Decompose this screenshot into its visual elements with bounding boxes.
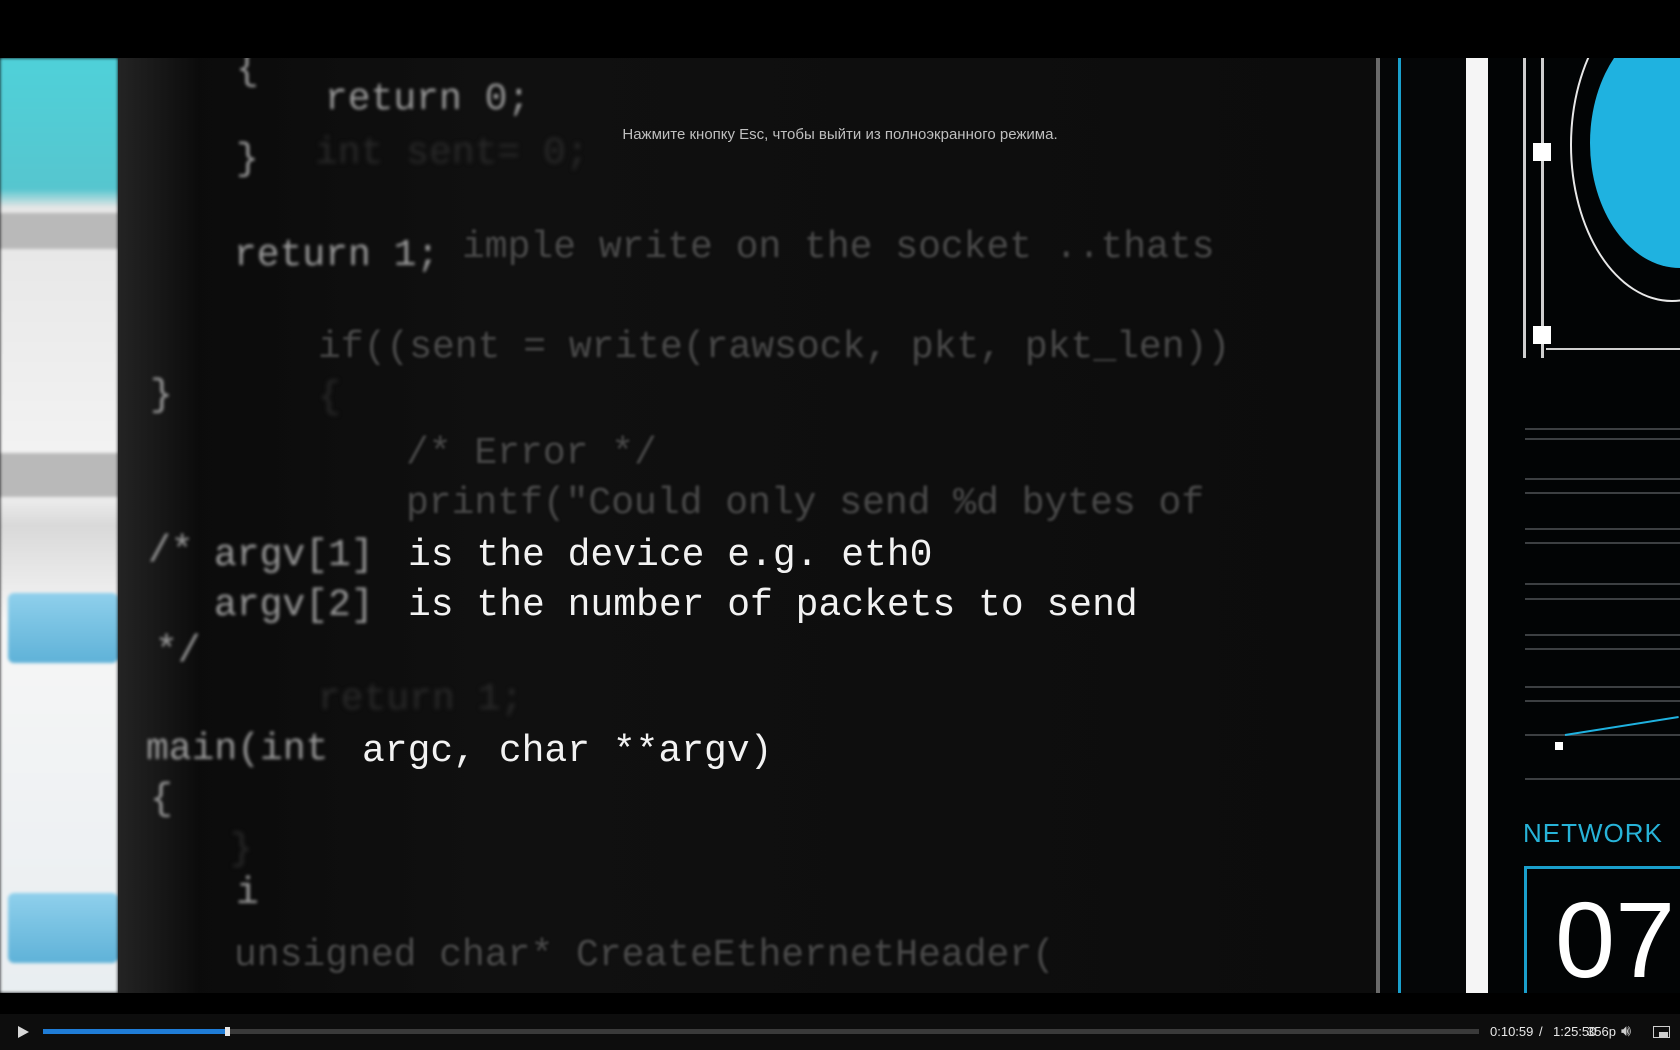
- hud-slider-handle: [1533, 143, 1551, 161]
- blur-bar: [0, 213, 118, 249]
- code-line: }: [236, 138, 259, 181]
- code-line: if((sent = write(rawsock, pkt, pkt_len)): [318, 326, 1231, 369]
- hud-network-label: NETWORK: [1523, 818, 1663, 848]
- hud-marker: [1555, 742, 1563, 750]
- hud-line: [1525, 438, 1680, 440]
- code-line: return 0;: [325, 78, 531, 121]
- hud-slider-track: [1523, 58, 1526, 358]
- code-line: }: [150, 374, 173, 417]
- screen-divider: [1466, 58, 1488, 993]
- quality-selector[interactable]: 356p: [1587, 1024, 1616, 1039]
- progress-bar[interactable]: [43, 1027, 1479, 1036]
- time-separator: /: [1539, 1024, 1543, 1039]
- code-line-highlight: is the number of packets to send: [408, 584, 1138, 627]
- hud-line: [1525, 686, 1680, 688]
- hud-divider: [1524, 866, 1527, 993]
- blur-bar: [0, 453, 118, 497]
- hud-divider: [1524, 866, 1680, 869]
- background-desktop-blur: [0, 58, 118, 993]
- code-screen: [118, 58, 1380, 993]
- hud-line: [1525, 648, 1680, 650]
- fullscreen-exit-hint: Нажмите кнопку Esc, чтобы выйти из полно…: [622, 126, 1058, 143]
- play-icon[interactable]: [12, 1020, 36, 1044]
- current-time: 0:10:59: [1490, 1024, 1534, 1039]
- hud-counter: 07: [1555, 879, 1676, 994]
- code-line: /*: [148, 530, 194, 573]
- fullscreen-exit-icon[interactable]: [1650, 1023, 1672, 1041]
- hud-line: [1525, 492, 1680, 494]
- screen-divider: [1398, 58, 1401, 993]
- hud-line: [1525, 478, 1680, 480]
- code-line: */: [155, 630, 201, 673]
- code-line: argv[1]: [214, 534, 374, 577]
- code-line-highlight: argc, char **argv): [362, 730, 773, 773]
- hud-line: [1525, 734, 1680, 736]
- video-frame[interactable]: { return 0; int sent= 0; } return 1; imp…: [0, 58, 1680, 993]
- folder-icon: [8, 893, 118, 963]
- hud-line: [1525, 528, 1680, 530]
- hud-line: [1525, 634, 1680, 636]
- hud-line: [1525, 778, 1680, 780]
- hud-line: [1525, 583, 1680, 585]
- hud-line: [1525, 542, 1680, 544]
- hud-line: [1525, 700, 1680, 702]
- code-line: argv[2]: [214, 584, 374, 627]
- code-line: {: [236, 58, 259, 91]
- code-line: main(int: [146, 728, 329, 771]
- hud-line: [1525, 598, 1680, 600]
- hud-slider-handle: [1533, 326, 1551, 344]
- code-line: }: [230, 828, 253, 871]
- hud-line: [1546, 348, 1680, 350]
- code-line: i: [236, 872, 259, 915]
- code-line: printf("Could only send %d bytes of: [406, 482, 1205, 525]
- code-line: return 1;: [234, 234, 440, 277]
- volume-icon[interactable]: 🔊︎: [1621, 1022, 1643, 1042]
- screen-bezel: [118, 58, 198, 993]
- screen-divider: [1376, 58, 1380, 993]
- code-line: unsigned char* CreateEthernetHeader(: [234, 934, 1055, 977]
- code-line: {: [318, 376, 341, 419]
- code-line: return 1;: [318, 678, 524, 721]
- hud-slider-track: [1541, 58, 1544, 358]
- code-line-highlight: is the device e.g. eth0: [408, 534, 933, 577]
- player-controls: 0:10:59 / 1:25:50 356p 🔊︎: [0, 1014, 1680, 1050]
- progress-handle[interactable]: [224, 1027, 230, 1036]
- hud-line: [1525, 428, 1680, 430]
- folder-icon: [8, 593, 118, 663]
- code-line: {: [150, 778, 173, 821]
- code-line: imple write on the socket ..thats: [462, 226, 1215, 269]
- code-line: /* Error */: [406, 432, 657, 475]
- progress-fill: [43, 1029, 227, 1034]
